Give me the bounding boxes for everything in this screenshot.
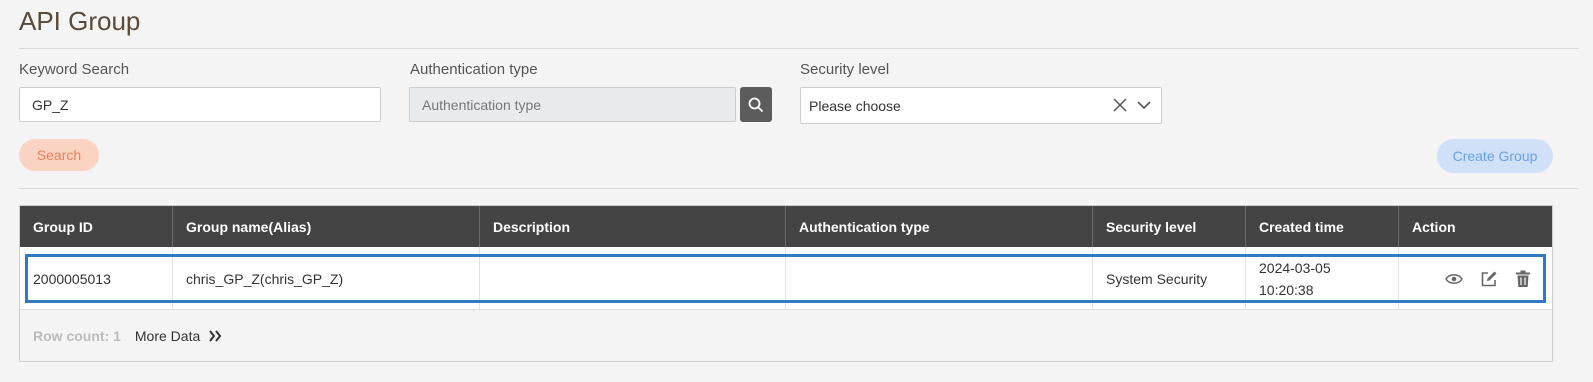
cell-group-name: chris_GP_Z(chris_GP_Z) xyxy=(173,247,480,310)
keyword-search-input[interactable] xyxy=(19,87,381,122)
col-description: Description xyxy=(480,206,786,247)
view-icon[interactable] xyxy=(1445,272,1463,286)
more-data-label: More Data xyxy=(134,328,201,344)
delete-icon[interactable] xyxy=(1515,270,1531,288)
security-level-placeholder: Please choose xyxy=(809,97,901,114)
chevron-down-icon[interactable] xyxy=(1137,99,1151,111)
cell-group-id: 2000005013 xyxy=(20,247,173,310)
security-level-select[interactable]: Please choose xyxy=(800,87,1162,124)
double-chevron-right-icon xyxy=(209,330,222,342)
created-clock: 10:20:38 xyxy=(1259,281,1314,298)
col-group-name: Group name(Alias) xyxy=(173,206,480,247)
keyword-search-label: Keyword Search xyxy=(19,61,130,78)
api-group-table: Group ID Group name(Alias) Description A… xyxy=(19,205,1553,362)
cell-description xyxy=(480,247,786,310)
col-security-level: Security level xyxy=(1093,206,1246,247)
divider xyxy=(19,188,1579,189)
col-group-id: Group ID xyxy=(20,206,173,247)
cell-created-time: 2024-03-05 10:20:38 xyxy=(1246,247,1399,310)
create-group-button[interactable]: Create Group xyxy=(1437,139,1553,173)
auth-type-search-button[interactable] xyxy=(740,87,772,122)
edit-icon[interactable] xyxy=(1480,270,1498,288)
auth-type-label: Authentication type xyxy=(410,61,538,78)
col-created-time: Created time xyxy=(1246,206,1399,247)
cell-security-level: System Security xyxy=(1093,247,1246,310)
divider xyxy=(19,48,1579,49)
search-icon xyxy=(748,97,764,112)
cell-auth-type xyxy=(786,247,1093,310)
security-level-label: Security level xyxy=(800,61,890,78)
auth-type-placeholder: Authentication type xyxy=(422,96,542,113)
search-button[interactable]: Search xyxy=(19,139,99,171)
table-row[interactable]: 2000005013 chris_GP_Z(chris_GP_Z) System… xyxy=(20,247,1552,310)
table-footer: Row count: 1 More Data xyxy=(33,328,222,344)
auth-type-input[interactable]: Authentication type xyxy=(409,87,736,122)
table-header: Group ID Group name(Alias) Description A… xyxy=(20,206,1552,247)
col-auth-type: Authentication type xyxy=(786,206,1093,247)
page-title: API Group xyxy=(19,6,141,36)
created-date: 2024-03-05 xyxy=(1259,259,1331,276)
row-count: Row count: 1 xyxy=(33,328,121,344)
more-data-button[interactable]: More Data xyxy=(135,328,222,344)
clear-icon[interactable] xyxy=(1113,98,1127,112)
col-action: Action xyxy=(1412,218,1456,235)
cell-actions xyxy=(1399,247,1554,310)
